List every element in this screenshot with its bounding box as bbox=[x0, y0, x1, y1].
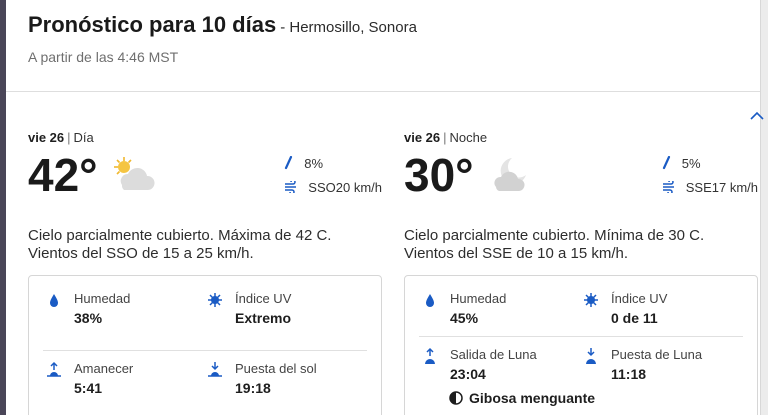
night-precip: 5% bbox=[662, 153, 758, 173]
night-wind-value: SSE17 km/h bbox=[685, 179, 758, 195]
uv-sun-icon bbox=[208, 293, 222, 307]
night-humidity: Humedad 45% bbox=[426, 291, 600, 326]
night-date: vie 26 bbox=[404, 130, 441, 145]
night-wind: SSE17 km/h bbox=[662, 177, 758, 197]
humidity-label: Humedad bbox=[74, 291, 131, 306]
night-moonrise: Salida de Luna 23:04 bbox=[425, 347, 600, 382]
sunset-value: 19:18 bbox=[235, 380, 271, 396]
night-moonset: Puesta de Luna 11:18 bbox=[586, 347, 761, 382]
day-desc-line-2: Vientos del SSO de 15 a 25 km/h. bbox=[28, 245, 254, 262]
humidity-value: 38% bbox=[74, 310, 103, 326]
day-period: Día bbox=[73, 130, 94, 145]
header-divider bbox=[6, 91, 760, 92]
day-precip: 8% bbox=[284, 153, 382, 173]
forecast-header: Pronóstico para 10 días - Hermosillo, So… bbox=[28, 12, 748, 65]
uv-label: Índice UV bbox=[235, 291, 292, 306]
partly-cloudy-sun-icon bbox=[114, 157, 155, 190]
night-period-label: vie 26 | Noche bbox=[404, 130, 488, 145]
humidity-drop-icon bbox=[426, 294, 434, 307]
day-details-card: Humedad 38% Índice UV Extremo Amanecer 5… bbox=[28, 275, 382, 415]
scrollbar[interactable] bbox=[760, 0, 768, 415]
sunset-icon bbox=[208, 362, 222, 377]
moonset-label: Puesta de Luna bbox=[611, 347, 703, 362]
day-description: Cielo parcialmente cubierto. Máxima de 4… bbox=[28, 227, 382, 263]
day-sunrise: Amanecer 5:41 bbox=[47, 361, 224, 396]
sunrise-label: Amanecer bbox=[74, 361, 134, 376]
updated-time: A partir de las 4:46 MST bbox=[28, 49, 179, 65]
moon-phase: Gibosa menguante bbox=[449, 390, 595, 406]
uv-value: Extremo bbox=[235, 310, 292, 326]
day-period-label: vie 26 | Día bbox=[28, 130, 94, 145]
day-panel: vie 26 | Día 42° 8% SSO20 km/h Cielo parci… bbox=[28, 130, 382, 415]
moonset-value: 11:18 bbox=[611, 366, 647, 382]
moon-phase-label: Gibosa menguante bbox=[469, 390, 596, 406]
partly-cloudy-moon-icon bbox=[494, 158, 526, 191]
night-description: Cielo parcialmente cubierto. Mínima de 3… bbox=[404, 227, 758, 263]
night-details-card: Humedad 45% Índice UV 0 de 11 Salida de … bbox=[404, 275, 758, 415]
day-wind: SSO20 km/h bbox=[284, 177, 382, 197]
day-date: vie 26 bbox=[28, 130, 65, 145]
chevron-up-icon[interactable] bbox=[750, 111, 764, 121]
night-temperature: 30° bbox=[404, 149, 474, 201]
humidity-value: 45% bbox=[450, 310, 479, 326]
night-desc-line-2: Vientos del SSE de 10 a 15 km/h. bbox=[404, 245, 629, 262]
humidity-drop-icon bbox=[50, 294, 58, 307]
card-divider bbox=[419, 336, 743, 337]
precipitation-icon bbox=[662, 156, 670, 170]
humidity-label: Humedad bbox=[450, 291, 507, 306]
location-label: - Hermosillo, Sonora bbox=[280, 19, 417, 36]
moon-phase-icon bbox=[449, 391, 463, 405]
moonrise-icon bbox=[425, 347, 435, 364]
night-panel: vie 26 | Noche 30° 5% SSE17 km/h Cielo par… bbox=[404, 130, 758, 415]
wind-icon bbox=[662, 181, 674, 193]
sunrise-icon bbox=[47, 361, 61, 377]
uv-label: Índice UV bbox=[611, 291, 668, 306]
night-precip-value: 5% bbox=[681, 155, 701, 171]
sunrise-value: 5:41 bbox=[74, 380, 103, 396]
uv-sun-icon bbox=[584, 293, 598, 307]
day-wind-value: SSO20 km/h bbox=[308, 179, 382, 195]
day-desc-line-1: Cielo parcialmente cubierto. Máxima de 4… bbox=[28, 227, 332, 244]
day-humidity: Humedad 38% bbox=[50, 291, 224, 326]
night-uv: Índice UV 0 de 11 bbox=[584, 291, 761, 326]
moonrise-value: 23:04 bbox=[450, 366, 486, 382]
sunset-label: Puesta del sol bbox=[235, 361, 317, 376]
day-uv: Índice UV Extremo bbox=[208, 291, 385, 326]
night-period: Noche bbox=[449, 130, 488, 145]
night-desc-line-1: Cielo parcialmente cubierto. Mínima de 3… bbox=[404, 227, 705, 244]
uv-value: 0 de 11 bbox=[611, 310, 658, 326]
day-sunset: Puesta del sol 19:18 bbox=[208, 361, 385, 396]
day-temperature: 42° bbox=[28, 149, 98, 201]
moonset-icon bbox=[586, 348, 596, 364]
wind-icon bbox=[285, 181, 297, 193]
window-left-edge bbox=[0, 0, 6, 415]
precipitation-icon bbox=[285, 156, 293, 170]
page-title: Pronóstico para 10 días bbox=[28, 12, 277, 37]
moonrise-label: Salida de Luna bbox=[450, 347, 537, 362]
card-divider bbox=[43, 350, 367, 351]
day-precip-value: 8% bbox=[304, 155, 324, 171]
